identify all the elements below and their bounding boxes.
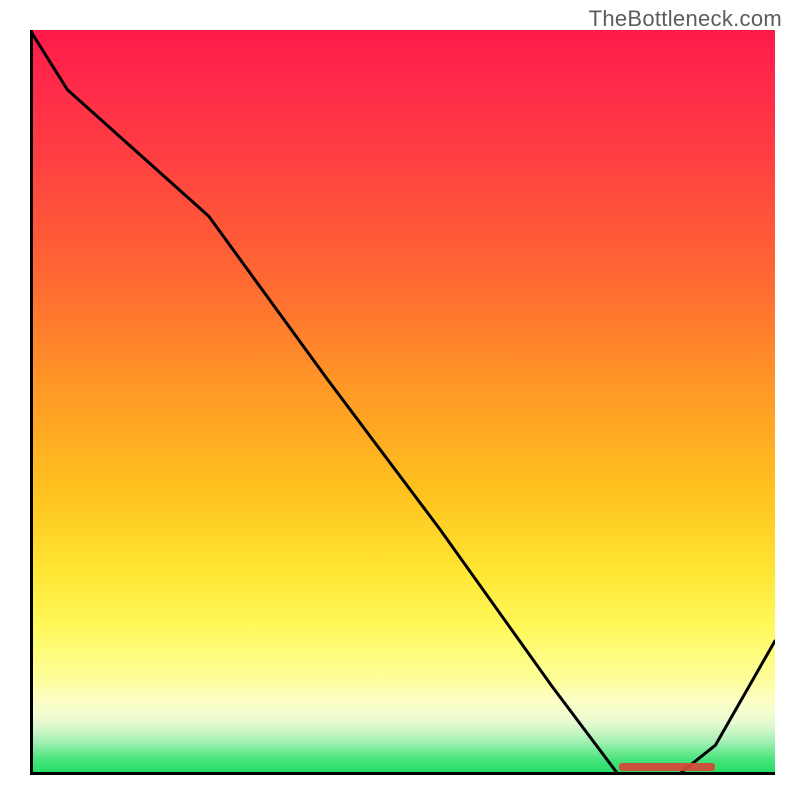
plot-gradient-background (30, 30, 775, 775)
x-axis (30, 772, 775, 775)
chart-canvas: TheBottleneck.com (0, 0, 800, 800)
watermark-text: TheBottleneck.com (589, 6, 782, 32)
optimal-range-marker (619, 763, 716, 771)
y-axis (30, 30, 33, 775)
